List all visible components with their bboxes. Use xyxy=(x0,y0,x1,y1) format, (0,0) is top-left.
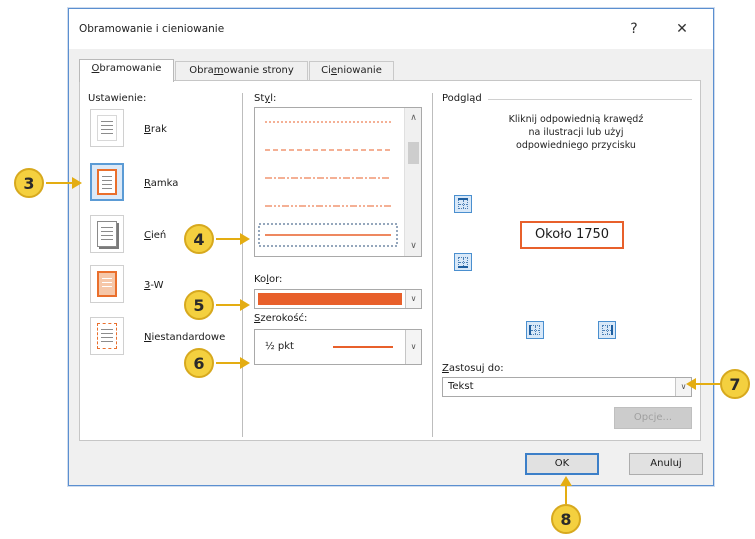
tab-label-key: m xyxy=(213,65,224,76)
apply-to-dropdown[interactable]: Tekst ∨ xyxy=(442,377,692,397)
setting-none-icon[interactable] xyxy=(90,109,124,147)
preview-sample-box[interactable]: Około 1750 xyxy=(520,221,624,249)
borders-tab-panel: Ustawienie: Brak Ramka Cień 3-W Niestand… xyxy=(79,80,701,441)
preview-label: Podgląd xyxy=(442,93,482,104)
ok-button[interactable]: OK xyxy=(525,453,599,475)
setting-custom-icon[interactable] xyxy=(90,317,124,355)
close-icon[interactable]: ✕ xyxy=(667,17,697,41)
right-border-icon[interactable] xyxy=(598,321,616,339)
tab-label: bramowanie xyxy=(99,63,162,74)
callout-6: 6 xyxy=(184,348,214,378)
callout-arrow xyxy=(46,182,74,184)
tab-page-border[interactable]: Obramowanie strony xyxy=(175,61,308,81)
scroll-down-icon[interactable]: ∨ xyxy=(405,238,422,254)
title-bar: Obramowanie i cieniowanie ? ✕ xyxy=(69,9,713,49)
callout-arrow xyxy=(216,362,242,364)
color-swatch xyxy=(258,293,402,305)
setting-box-label[interactable]: Ramka xyxy=(144,178,178,189)
setting-shadow-label[interactable]: Cień xyxy=(144,230,166,241)
setting-box-icon[interactable] xyxy=(90,163,124,201)
preview-instructions: Kliknij odpowiednią krawędź na ilustracj… xyxy=(460,113,692,152)
preview-rule xyxy=(488,99,692,100)
cancel-button[interactable]: Anuluj xyxy=(629,453,703,475)
arrow-head-icon xyxy=(240,299,250,311)
setting-3d-icon[interactable] xyxy=(90,265,124,303)
top-border-icon[interactable] xyxy=(454,195,472,213)
callout-arrow xyxy=(216,304,242,306)
setting-none-label[interactable]: Brak xyxy=(144,124,167,135)
style-list[interactable]: ∧ ∨ xyxy=(254,107,422,257)
width-value: ½ pkt xyxy=(265,341,294,352)
page-icon xyxy=(97,323,117,349)
color-label: StKolor: xyxy=(254,274,283,285)
scroll-up-icon[interactable]: ∧ xyxy=(405,110,422,126)
line-style-options xyxy=(258,121,398,247)
setting-custom-label[interactable]: Niestandardowe xyxy=(144,332,225,343)
callout-arrow xyxy=(216,238,242,240)
help-icon[interactable]: ? xyxy=(619,17,649,41)
tab-label: niowanie xyxy=(337,65,382,76)
tab-label: Ci xyxy=(321,65,331,76)
apply-to-value: Tekst xyxy=(448,381,474,392)
options-button[interactable]: Opcje... xyxy=(614,407,692,429)
callout-4: 4 xyxy=(184,224,214,254)
width-label: Szerokość: xyxy=(254,313,308,324)
setting-3d-label[interactable]: 3-W xyxy=(144,280,163,291)
setting-shadow-icon[interactable] xyxy=(90,215,124,253)
tab-label: owanie strony xyxy=(223,65,294,76)
arrow-head-icon xyxy=(240,357,250,369)
callout-arrow xyxy=(694,383,720,385)
arrow-head-icon xyxy=(240,233,250,245)
callout-5: 5 xyxy=(184,290,214,320)
page-icon xyxy=(97,169,117,195)
page-icon xyxy=(97,221,117,247)
callout-7: 7 xyxy=(720,369,750,399)
callout-3: 3 xyxy=(14,168,44,198)
page-icon xyxy=(97,115,117,141)
width-dropdown[interactable]: ½ pkt ∨ xyxy=(254,329,422,365)
instruction-line: Kliknij odpowiednią krawędź xyxy=(508,114,644,125)
dialog-title: Obramowanie i cieniowanie xyxy=(79,23,225,35)
style-list-scrollbar[interactable]: ∧ ∨ xyxy=(404,108,421,256)
left-border-icon[interactable] xyxy=(526,321,544,339)
tab-label: Obra xyxy=(189,65,214,76)
divider xyxy=(432,93,433,437)
arrow-head-icon xyxy=(72,177,82,189)
page-icon xyxy=(97,271,117,297)
callout-8: 8 xyxy=(551,504,581,534)
width-sample-line xyxy=(333,346,393,348)
style-label: Styl: xyxy=(254,93,277,104)
chevron-down-icon[interactable]: ∨ xyxy=(405,290,421,308)
color-dropdown[interactable]: ∨ xyxy=(254,289,422,309)
callout-arrow xyxy=(565,484,567,504)
bottom-border-icon[interactable] xyxy=(454,253,472,271)
chevron-down-icon[interactable]: ∨ xyxy=(405,330,421,364)
tab-borders[interactable]: Obramowanie xyxy=(79,59,174,82)
instruction-line: odpowiedniego przycisku xyxy=(516,140,636,151)
divider xyxy=(242,93,243,437)
apply-to-label: Zastosuj do: xyxy=(442,363,504,374)
scroll-thumb[interactable] xyxy=(408,142,419,164)
setting-section-label: Ustawienie: xyxy=(88,93,147,104)
tab-shading[interactable]: Cieniowanie xyxy=(309,61,394,81)
borders-shading-dialog: Obramowanie i cieniowanie ? ✕ Obramowani… xyxy=(68,8,714,486)
preview-sample-text: Około 1750 xyxy=(534,227,610,242)
instruction-line: na ilustracji lub użyj xyxy=(528,127,624,138)
